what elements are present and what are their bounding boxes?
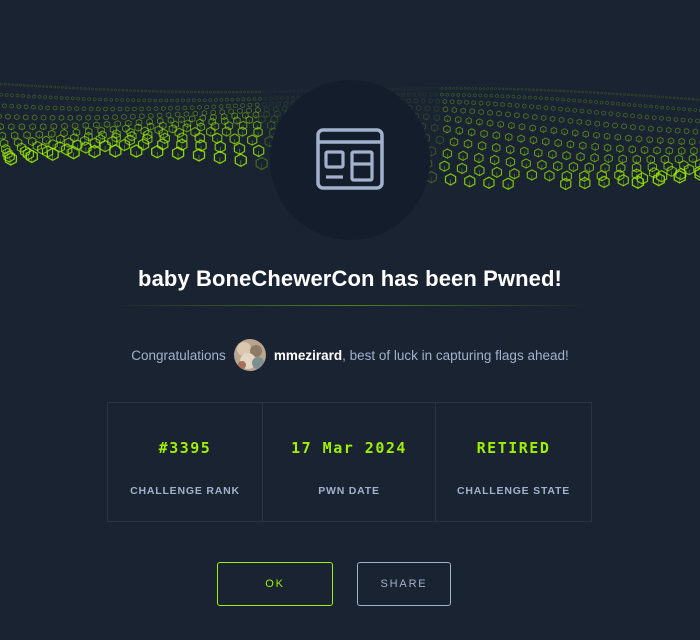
stat-label: CHALLENGE RANK — [130, 485, 240, 497]
stat-label: PWN DATE — [318, 485, 380, 497]
web-window-icon — [316, 128, 384, 190]
ok-button[interactable]: OK — [217, 562, 333, 606]
user-avatar[interactable] — [233, 339, 266, 371]
username-link[interactable]: mmezirard — [274, 348, 342, 363]
share-button[interactable]: SHARE — [357, 562, 451, 606]
congrats-lead: Congratulations — [131, 347, 226, 363]
stat-pwn-date: 17 Mar 2024 PWN DATE — [262, 403, 435, 521]
pwned-title: baby BoneChewerCon has been Pwned! — [138, 266, 562, 291]
stats-panel: #3395 CHALLENGE RANK 17 Mar 2024 PWN DAT… — [107, 402, 592, 522]
stat-value: RETIRED — [476, 439, 551, 457]
congrats-tail: , best of luck in capturing flags ahead! — [342, 347, 569, 363]
congratulations-line: Congratulations mmezirard , best of luck… — [0, 338, 700, 372]
stat-value: #3395 — [158, 439, 212, 457]
stat-challenge-state: RETIRED CHALLENGE STATE — [435, 403, 591, 521]
stat-label: CHALLENGE STATE — [456, 485, 571, 497]
user-avatar-image — [233, 339, 266, 371]
stat-challenge-rank: #3395 CHALLENGE RANK — [108, 403, 262, 521]
stat-value: 17 Mar 2024 — [291, 439, 407, 457]
title-divider — [110, 305, 590, 306]
challenge-avatar — [270, 80, 430, 240]
